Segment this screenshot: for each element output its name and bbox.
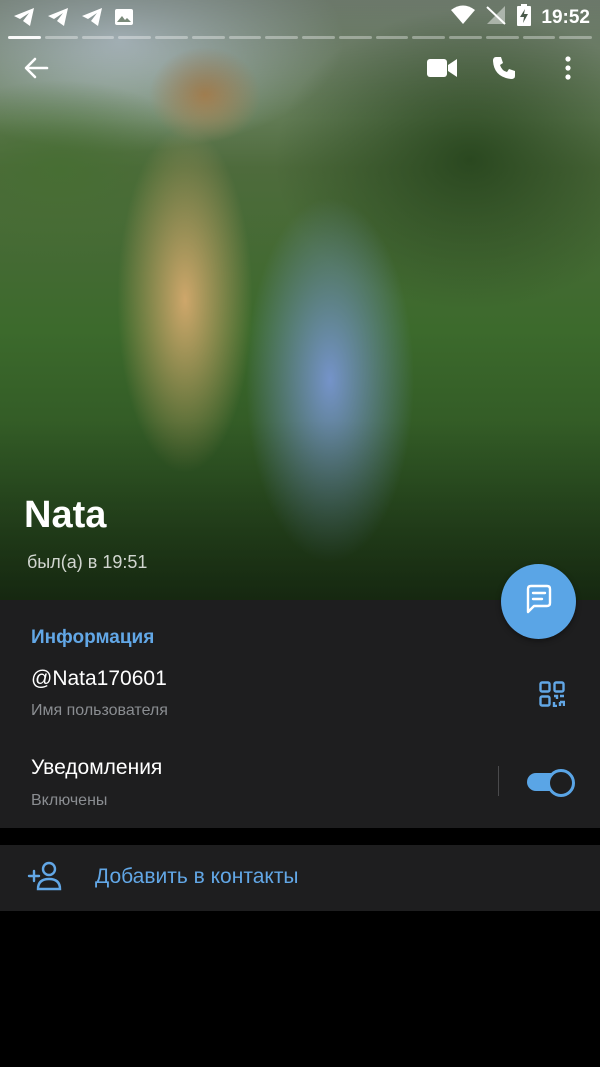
- more-menu-button[interactable]: [548, 48, 588, 92]
- profile-header: [0, 48, 600, 92]
- story-segment: [302, 36, 335, 39]
- call-button[interactable]: [482, 48, 526, 92]
- story-segment: [338, 36, 372, 39]
- story-segment: [155, 36, 188, 39]
- story-segment: [81, 36, 115, 39]
- no-sim-icon: [485, 5, 507, 30]
- video-camera-icon: [427, 57, 457, 84]
- story-segment: [191, 36, 225, 39]
- story-segment: [228, 36, 262, 39]
- add-contact-row[interactable]: Добавить в контакты: [0, 845, 600, 911]
- clock: 19:52: [541, 6, 590, 28]
- wifi-icon: [451, 5, 476, 30]
- toggle-knob: [547, 769, 575, 797]
- username-caption: Имя пользователя: [31, 702, 168, 719]
- more-vertical-icon: [564, 55, 572, 85]
- story-segment: [559, 36, 592, 39]
- add-person-icon-wrap: [26, 859, 64, 897]
- story-segment: [375, 36, 409, 39]
- profile-name: Nata: [24, 494, 107, 536]
- story-segment: [449, 36, 482, 39]
- telegram-icon: [46, 6, 70, 33]
- story-segment: [485, 36, 519, 39]
- qr-code-button[interactable]: [532, 676, 572, 716]
- info-section: Информация @Nata170601 Имя пользователя …: [0, 600, 600, 828]
- section-title: Информация: [31, 627, 155, 648]
- story-segment: [118, 36, 151, 39]
- notifications-label[interactable]: Уведомления: [31, 756, 162, 780]
- add-contact-label: Добавить в контакты: [95, 865, 299, 888]
- status-bar: 19:52: [0, 0, 600, 34]
- story-progress: [8, 36, 592, 39]
- notifications-status: Включены: [31, 792, 108, 809]
- username-value[interactable]: @Nata170601: [31, 667, 167, 691]
- story-segment: [265, 36, 298, 39]
- telegram-icon: [80, 6, 104, 33]
- system-icons: 19:52: [451, 4, 590, 31]
- story-segment: [522, 36, 556, 39]
- notifications-toggle[interactable]: [527, 768, 575, 797]
- arrow-left-icon: [23, 56, 49, 85]
- battery-charging-icon: [517, 4, 532, 31]
- message-icon: [523, 583, 555, 620]
- story-segment: [44, 36, 78, 39]
- send-message-button[interactable]: [501, 564, 576, 639]
- add-person-icon: [27, 861, 63, 896]
- image-icon: [114, 6, 134, 33]
- row-divider: [498, 766, 499, 796]
- qr-code-icon: [539, 680, 566, 712]
- notification-icons: [12, 6, 134, 33]
- back-button[interactable]: [16, 48, 56, 92]
- telegram-icon: [12, 6, 36, 33]
- last-seen-status: был(а) в 19:51: [27, 552, 148, 572]
- story-segment: [8, 36, 41, 39]
- phone-icon: [491, 55, 517, 86]
- story-segment: [412, 36, 445, 39]
- video-call-button[interactable]: [420, 48, 464, 92]
